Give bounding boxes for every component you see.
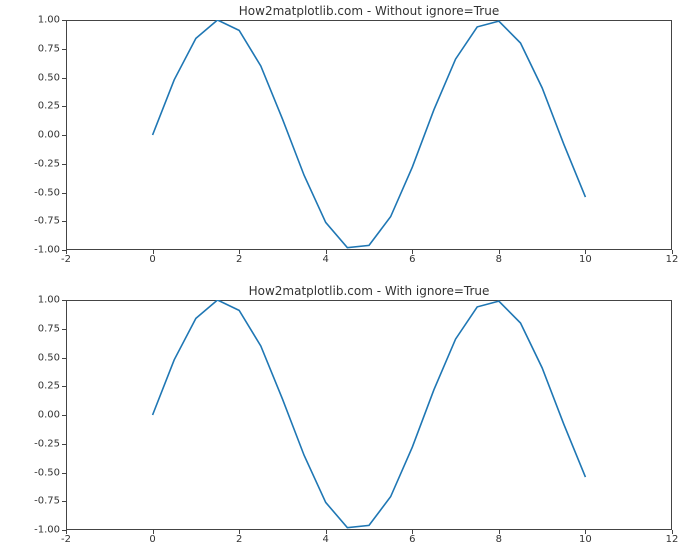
y-tick-label: 1.00 <box>20 15 60 26</box>
y-tickmark <box>62 49 66 50</box>
x-tick-label: 2 <box>236 254 242 265</box>
y-tick-label: -0.25 <box>20 158 60 169</box>
x-tick-label: 8 <box>496 534 502 545</box>
figure: How2matplotlib.com - Without ignore=True… <box>0 0 700 560</box>
y-tick-label: 0.50 <box>20 72 60 83</box>
subplot-1-line <box>66 20 672 250</box>
x-tick-label: 0 <box>149 254 155 265</box>
y-tick-label: -0.50 <box>20 467 60 478</box>
y-tick-label: 0.25 <box>20 101 60 112</box>
y-tickmark <box>62 530 66 531</box>
subplot-2-line <box>66 300 672 530</box>
x-tick-label: -2 <box>61 254 71 265</box>
y-tickmark <box>62 358 66 359</box>
y-tickmark <box>62 444 66 445</box>
x-tick-label: 12 <box>666 254 679 265</box>
x-tick-label: 6 <box>409 254 415 265</box>
y-tickmark <box>62 106 66 107</box>
y-tickmark <box>62 20 66 21</box>
subplot-1-title: How2matplotlib.com - Without ignore=True <box>66 4 672 18</box>
x-tick-label: 6 <box>409 534 415 545</box>
x-tick-label: 2 <box>236 534 242 545</box>
y-tickmark <box>62 386 66 387</box>
y-tick-label: 0.50 <box>20 352 60 363</box>
subplot-1: How2matplotlib.com - Without ignore=True… <box>66 20 672 250</box>
y-tick-label: -0.75 <box>20 496 60 507</box>
y-tick-label: -0.75 <box>20 216 60 227</box>
y-tickmark <box>62 415 66 416</box>
subplot-2: How2matplotlib.com - With ignore=True -2… <box>66 300 672 530</box>
y-tickmark <box>62 193 66 194</box>
y-tick-label: 0.00 <box>20 130 60 141</box>
y-tick-label: -1.00 <box>20 245 60 256</box>
x-tick-label: 10 <box>579 254 592 265</box>
x-tick-label: 0 <box>149 534 155 545</box>
y-tickmark <box>62 473 66 474</box>
y-tick-label: 0.00 <box>20 410 60 421</box>
y-tick-label: 0.25 <box>20 381 60 392</box>
y-tick-label: 0.75 <box>20 323 60 334</box>
y-tickmark <box>62 250 66 251</box>
y-tickmark <box>62 221 66 222</box>
x-tick-label: 12 <box>666 534 679 545</box>
subplot-2-title: How2matplotlib.com - With ignore=True <box>66 284 672 298</box>
y-tickmark <box>62 501 66 502</box>
y-tick-label: -1.00 <box>20 525 60 536</box>
x-tick-label: 10 <box>579 534 592 545</box>
x-tick-label: 8 <box>496 254 502 265</box>
y-tick-label: -0.25 <box>20 438 60 449</box>
y-tick-label: -0.50 <box>20 187 60 198</box>
y-tickmark <box>62 300 66 301</box>
y-tick-label: 1.00 <box>20 295 60 306</box>
x-tick-label: -2 <box>61 534 71 545</box>
x-tick-label: 4 <box>323 254 329 265</box>
y-tickmark <box>62 329 66 330</box>
y-tickmark <box>62 135 66 136</box>
y-tickmark <box>62 78 66 79</box>
x-tick-label: 4 <box>323 534 329 545</box>
y-tickmark <box>62 164 66 165</box>
y-tick-label: 0.75 <box>20 43 60 54</box>
